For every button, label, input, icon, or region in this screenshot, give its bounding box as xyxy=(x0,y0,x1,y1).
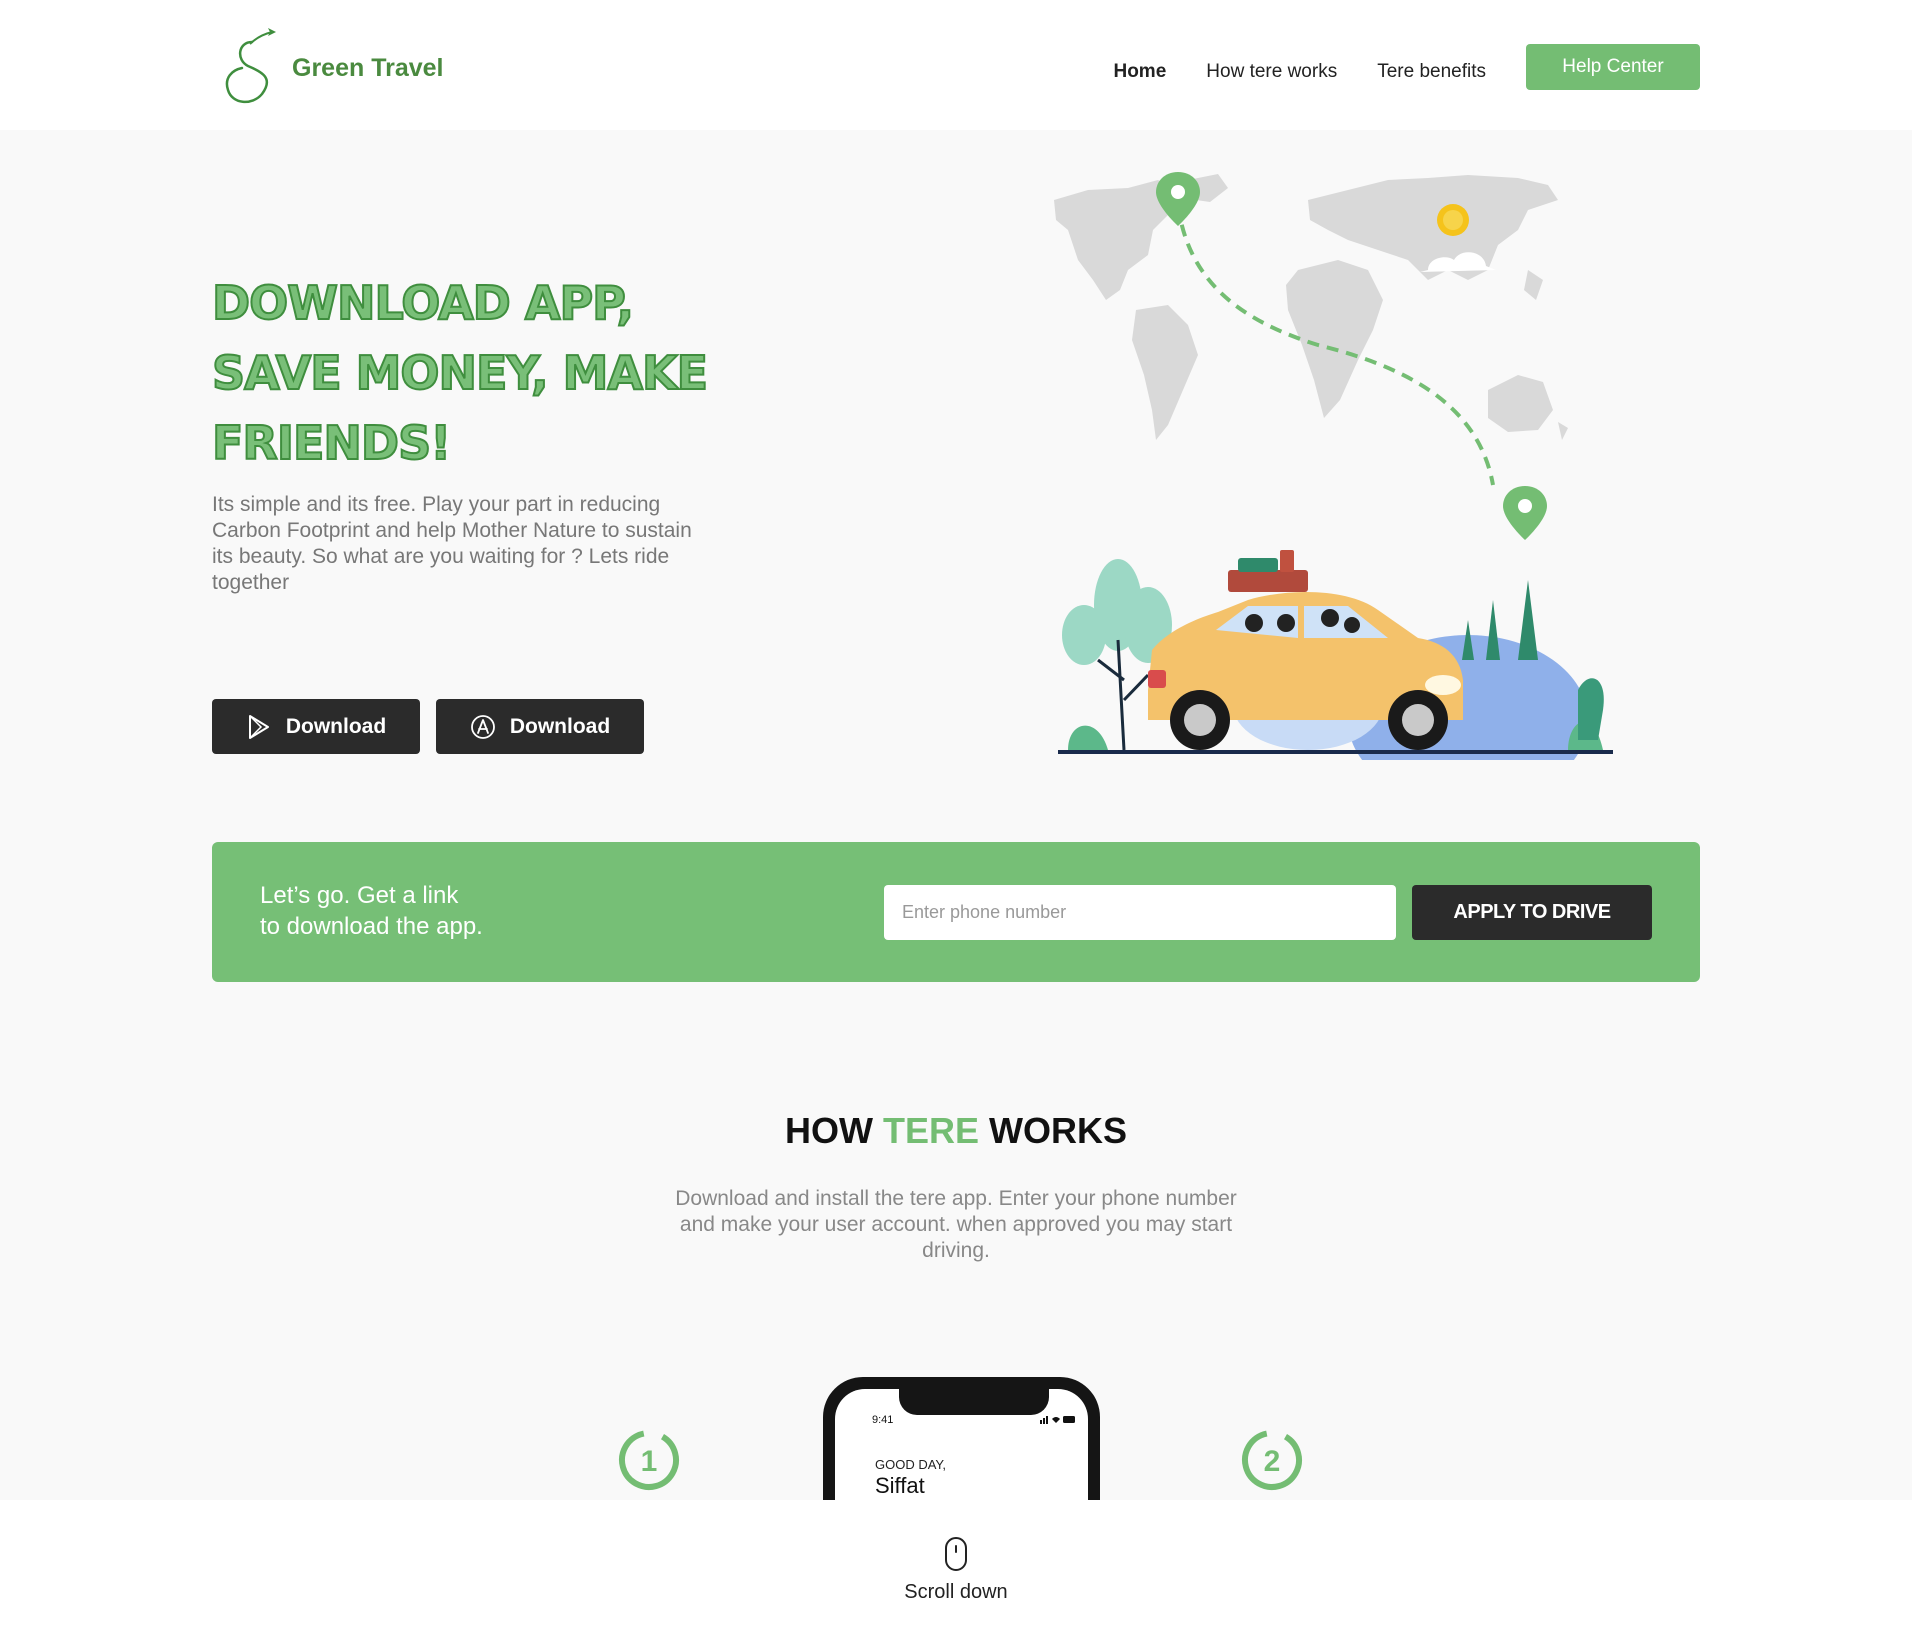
sun-icon xyxy=(1437,204,1469,236)
get-link-line: Let’s go. Get a link xyxy=(260,882,459,909)
scroll-down-label[interactable]: Scroll down xyxy=(0,1581,1912,1604)
ground-line xyxy=(1058,750,1613,754)
how-tere-works-description: Download and install the tere app. Enter… xyxy=(675,1187,1237,1262)
brand-logo[interactable]: Green Travel xyxy=(222,28,443,108)
hero-description: Its simple and its free. Play your part … xyxy=(212,493,692,594)
nav-how-tere-works[interactable]: How tere works xyxy=(1206,61,1337,83)
app-store-icon xyxy=(470,714,496,740)
heading-word: WORKS xyxy=(989,1110,1128,1151)
nav-tere-benefits[interactable]: Tere benefits xyxy=(1377,61,1486,83)
get-link-banner: Let’s go. Get a link to download the app… xyxy=(212,842,1700,982)
phone-screen: 9:41 GOOD DAY, Siffat xyxy=(835,1389,1088,1500)
travel-illustration xyxy=(1054,172,1613,760)
hero-title: DOWNLOAD APP, SAVE MONEY, MAKE FRIENDS! xyxy=(211,268,732,478)
hero-title-line: FRIENDS! xyxy=(211,415,452,471)
app-store-download-button[interactable]: Download xyxy=(436,699,644,754)
google-play-download-button[interactable]: Download xyxy=(212,699,420,754)
mouse-icon[interactable] xyxy=(945,1537,967,1571)
step-2-icon: 2 xyxy=(1242,1430,1302,1490)
heading-accent-word: TERE xyxy=(882,1110,979,1151)
download-label: Download xyxy=(509,714,611,738)
phone-mockup: 9:41 GOOD DAY, Siffat xyxy=(823,1377,1100,1500)
phone-time: 9:41 xyxy=(872,1414,894,1426)
step-1-icon: 1 xyxy=(619,1430,679,1490)
main-nav: Home How tere works Tere benefits Help C… xyxy=(1113,44,1700,90)
phone-greeting: GOOD DAY, xyxy=(875,1457,947,1472)
nav-home[interactable]: Home xyxy=(1113,61,1166,83)
how-tere-works-heading: HOW TERE WORKS xyxy=(0,1110,1912,1152)
logo-plane-icon xyxy=(225,28,276,103)
hero-title-line: DOWNLOAD APP, xyxy=(211,275,635,331)
phone-number-input[interactable] xyxy=(884,885,1396,940)
step-number: 1 xyxy=(641,1445,658,1478)
download-label: Download xyxy=(285,714,387,738)
brand-name: Green Travel xyxy=(292,53,444,82)
world-map xyxy=(1054,174,1568,440)
heading-word: HOW xyxy=(784,1110,873,1151)
step-number: 2 xyxy=(1264,1445,1281,1478)
play-store-icon xyxy=(246,714,272,740)
car-illustration xyxy=(1148,550,1463,750)
phone-user-name: Siffat xyxy=(875,1473,925,1498)
get-link-line: to download the app. xyxy=(260,913,483,940)
phone-notch xyxy=(899,1389,1049,1415)
map-pin-icon xyxy=(1503,486,1547,540)
apply-to-drive-button[interactable]: APPLY TO DRIVE xyxy=(1412,885,1652,940)
scroll-down-bar: Scroll down xyxy=(0,1500,1912,1640)
get-link-text: Let’s go. Get a link to download the app… xyxy=(260,880,560,942)
hero-title-line: SAVE MONEY, MAKE xyxy=(211,345,709,401)
site-header: Green Travel Home How tere works Tere be… xyxy=(0,0,1912,130)
help-center-button[interactable]: Help Center xyxy=(1526,44,1700,90)
signal-wifi-battery-icon xyxy=(1040,1416,1075,1424)
